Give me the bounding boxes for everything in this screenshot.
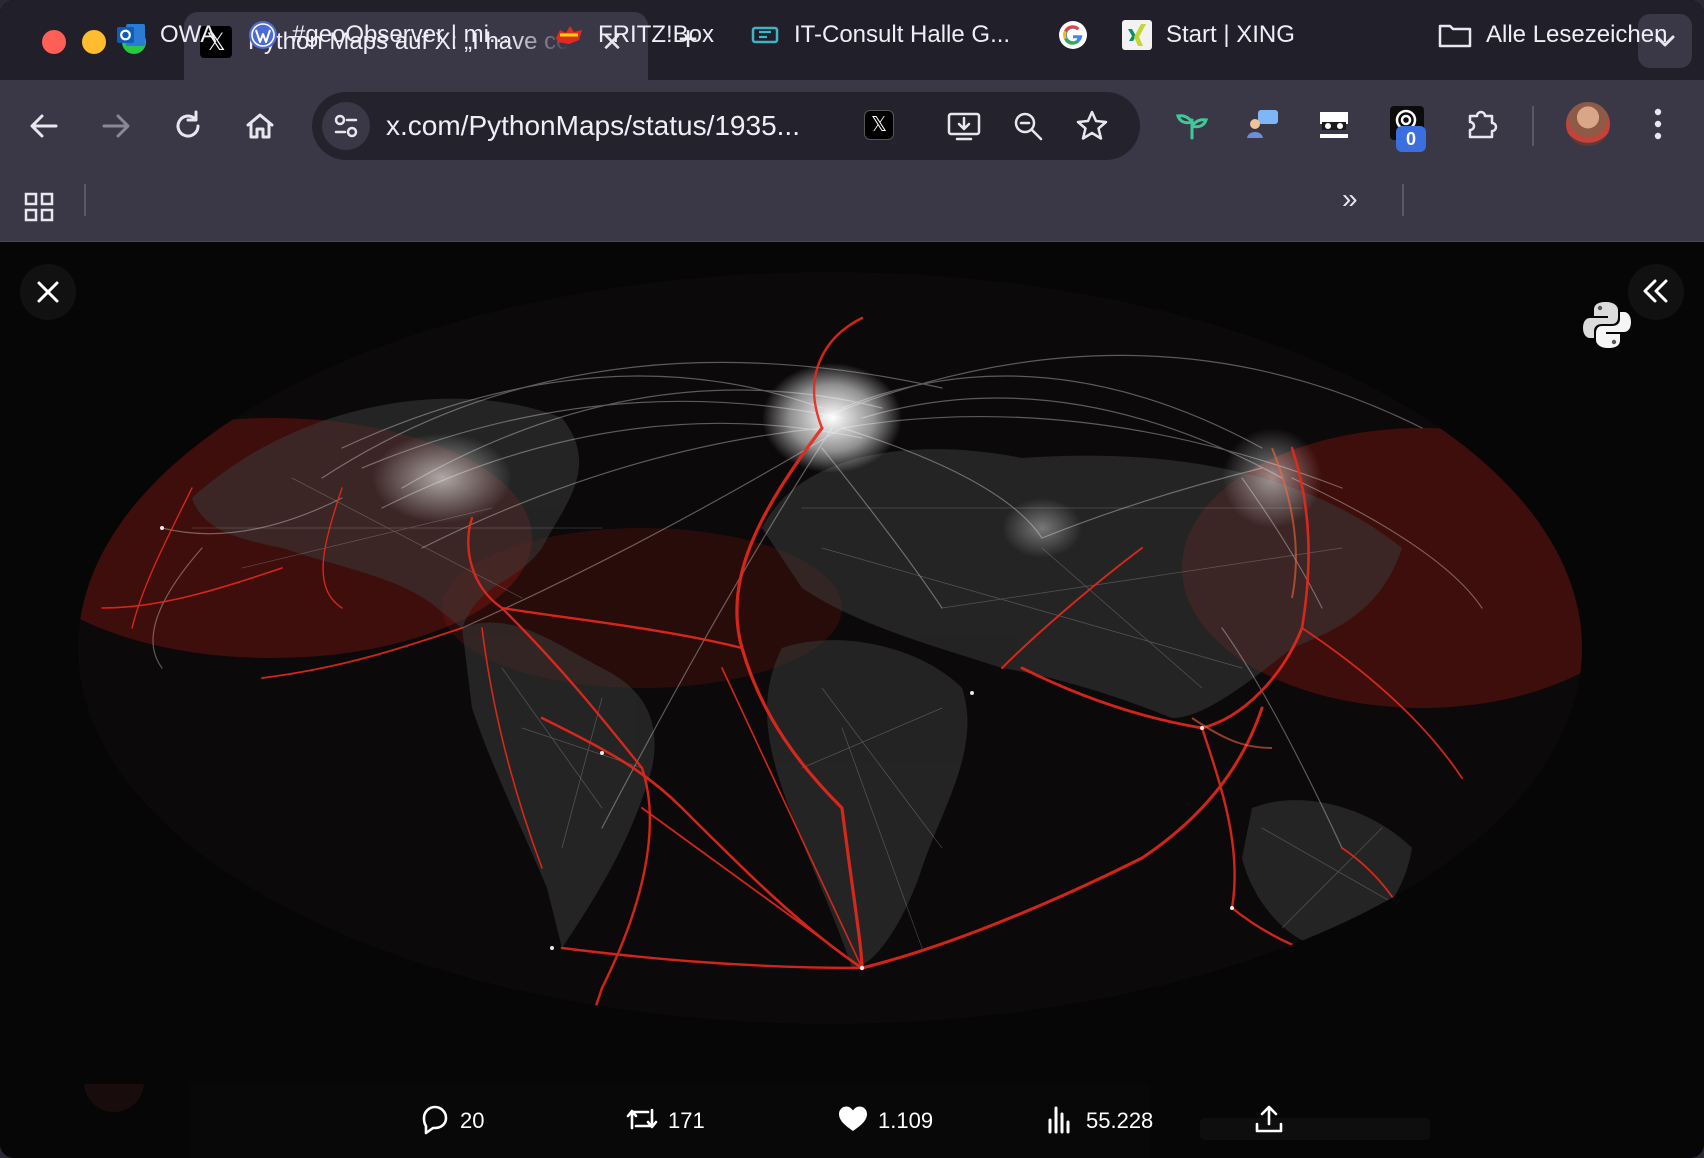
folder-icon	[1438, 24, 1472, 48]
bookmarks-divider	[84, 184, 86, 216]
all-bookmarks-button[interactable]: Alle Lesezeichen	[1438, 14, 1678, 54]
bookmark-star-icon[interactable]	[1074, 108, 1110, 144]
bookmarks-overflow-button[interactable]: »	[1342, 185, 1372, 216]
like-button[interactable]: 1.109	[836, 1100, 956, 1140]
menu-kebab-icon[interactable]	[1652, 104, 1664, 144]
repost-count: 171	[668, 1108, 705, 1133]
close-icon	[37, 281, 59, 303]
tune-icon	[334, 114, 358, 138]
reload-button[interactable]	[168, 106, 208, 146]
repost-icon	[626, 1108, 658, 1130]
home-button[interactable]	[240, 106, 280, 146]
bookmark-owa[interactable]: OWA	[116, 14, 226, 54]
outlook-icon	[117, 24, 145, 46]
site-settings-button[interactable]	[322, 102, 370, 150]
bookmark-itconsult[interactable]: IT-Consult Halle G...	[750, 14, 1024, 54]
back-button[interactable]	[24, 106, 64, 146]
close-media-button[interactable]	[20, 264, 76, 320]
zoom-icon[interactable]	[1010, 108, 1046, 144]
url-text[interactable]: x.com/PythonMaps/status/1935...	[386, 110, 800, 142]
extensions-puzzle-icon[interactable]	[1462, 104, 1502, 144]
profile-avatar[interactable]	[1566, 102, 1610, 146]
media-viewer: 20 171 1.109 55.228	[0, 242, 1704, 1158]
bookmark-xing[interactable]: Start | XING	[1122, 14, 1304, 54]
repost-button[interactable]: 171	[624, 1100, 724, 1140]
views-button[interactable]: 55.228	[1044, 1100, 1174, 1140]
bookmarks-bar	[0, 172, 1704, 242]
toolbar: x.com/PythonMaps/status/1935... 𝕏 0	[0, 80, 1704, 172]
world-routes-map-image	[42, 248, 1662, 1084]
bookmark-fritzbox[interactable]: FRITZ!Box	[554, 14, 724, 54]
reply-count: 20	[460, 1108, 485, 1133]
extension-translate-icon[interactable]	[1242, 104, 1282, 144]
like-count: 1.109	[878, 1108, 934, 1133]
bookmark-label: FRITZ!Box	[598, 21, 715, 48]
install-app-icon[interactable]	[946, 108, 982, 144]
views-count: 55.228	[1086, 1108, 1154, 1133]
bookmark-label: OWA	[160, 21, 217, 48]
toggle-replies-button[interactable]	[1628, 264, 1684, 320]
x-app-icon[interactable]: 𝕏	[864, 110, 894, 140]
share-upload-icon	[1255, 1105, 1283, 1133]
address-bar[interactable]: x.com/PythonMaps/status/1935... 𝕏	[312, 92, 1140, 160]
itconsult-icon	[751, 26, 779, 44]
heart-icon	[839, 1106, 867, 1131]
browser-window: 𝕏 Python Maps auf X: „I have co ✕ + x.co…	[0, 0, 1704, 1158]
apps-grid-icon[interactable]	[24, 192, 54, 222]
bookmark-label: IT-Consult Halle G...	[794, 21, 1011, 48]
python-logo-icon	[1583, 302, 1631, 348]
window-minimize-button[interactable]	[82, 30, 106, 54]
bookmark-label: Start | XING	[1166, 21, 1295, 48]
forward-button[interactable]	[96, 106, 136, 146]
fritzbox-icon	[556, 26, 582, 44]
share-button[interactable]	[1252, 1100, 1292, 1140]
extension-incognito-icon[interactable]	[1314, 104, 1354, 144]
xing-icon	[1122, 20, 1152, 50]
google-icon	[1059, 21, 1087, 49]
reply-button[interactable]: 20	[418, 1100, 508, 1140]
window-close-button[interactable]	[42, 30, 66, 54]
reply-bubble-icon	[422, 1105, 448, 1135]
extension-sprout-icon[interactable]	[1172, 104, 1212, 144]
all-bookmarks-label: Alle Lesezeichen	[1486, 21, 1668, 48]
bookmark-google[interactable]	[1058, 14, 1092, 54]
bookmark-geoobserver[interactable]: #geoObserver | mi...	[248, 14, 522, 54]
post-action-bar: 20 171 1.109 55.228	[0, 1066, 1704, 1158]
analytics-bars-icon	[1048, 1106, 1070, 1134]
extension-badge-count: 0	[1396, 126, 1426, 152]
chevrons-left-icon	[1643, 279, 1668, 303]
toolbar-divider	[1532, 106, 1534, 146]
wordpress-icon	[249, 21, 277, 49]
bookmarks-divider	[1402, 184, 1404, 216]
bookmark-label: #geoObserver | mi...	[292, 21, 509, 48]
